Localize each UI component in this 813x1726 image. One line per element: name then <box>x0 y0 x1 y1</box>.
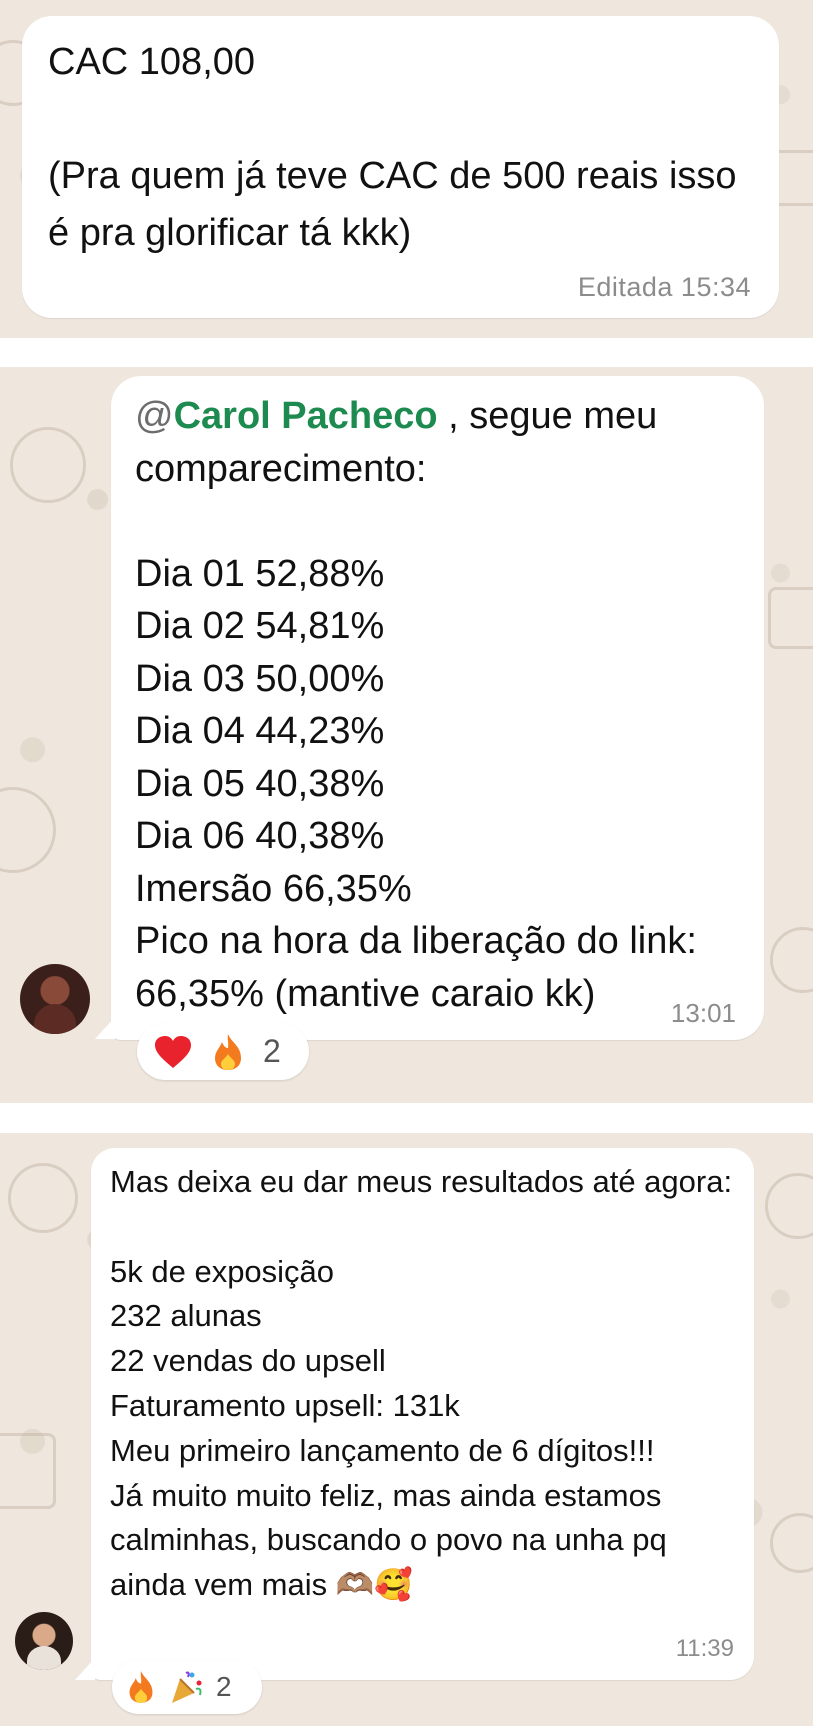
reactions-bar[interactable]: 2 <box>137 1023 309 1080</box>
heart-icon <box>153 1034 193 1070</box>
wallpaper-doodle <box>10 427 86 503</box>
bubble-tail <box>75 1658 95 1680</box>
message-bubble[interactable]: @Carol Pacheco , segue meu compareciment… <box>111 376 764 1040</box>
wallpaper-doodle <box>0 787 56 873</box>
wallpaper-doodle <box>768 587 813 649</box>
avatar-figure <box>34 1004 76 1034</box>
reactions-bar[interactable]: 2 <box>112 1660 262 1714</box>
reaction-count: 2 <box>216 1671 232 1702</box>
message-text: @Carol Pacheco , segue meu compareciment… <box>135 390 750 1020</box>
message-timestamp: 13:01 <box>670 998 736 1028</box>
message-timestamp: 11:39 <box>675 1635 734 1662</box>
message-bubble[interactable]: Mas deixa eu dar meus resultados até ago… <box>91 1148 754 1680</box>
avatar-figure <box>27 1646 61 1670</box>
message-text: Mas deixa eu dar meus resultados até ago… <box>110 1164 733 1603</box>
party-popper-icon <box>168 1669 204 1705</box>
message-body: , segue meu comparecimento: Dia 01 52,88… <box>135 395 697 1015</box>
message-timestamp: Editada 15:34 <box>577 272 751 302</box>
mention-carol-pacheco[interactable]: Carol Pacheco <box>174 395 438 437</box>
reaction-count: 2 <box>263 1033 281 1069</box>
fire-icon <box>126 1669 156 1705</box>
wallpaper-doodle <box>770 1513 813 1573</box>
chat-panel-3: Mas deixa eu dar meus resultados até ago… <box>0 1133 813 1726</box>
wallpaper-doodle <box>8 1163 78 1233</box>
avatar[interactable] <box>20 964 90 1034</box>
chat-panel-1: CAC 108,00 (Pra quem já teve CAC de 500 … <box>0 0 813 338</box>
bubble-tail <box>95 1017 115 1039</box>
wallpaper-doodle <box>765 1173 813 1239</box>
chat-panel-2: @Carol Pacheco , segue meu compareciment… <box>0 367 813 1103</box>
mention-at-sign: @ <box>135 395 174 437</box>
wallpaper-doodle <box>770 927 813 993</box>
message-text: CAC 108,00 (Pra quem já teve CAC de 500 … <box>48 41 737 254</box>
wallpaper-doodle <box>0 1433 56 1509</box>
message-bubble[interactable]: CAC 108,00 (Pra quem já teve CAC de 500 … <box>22 16 779 318</box>
fire-icon <box>211 1032 245 1072</box>
avatar[interactable] <box>15 1612 73 1670</box>
